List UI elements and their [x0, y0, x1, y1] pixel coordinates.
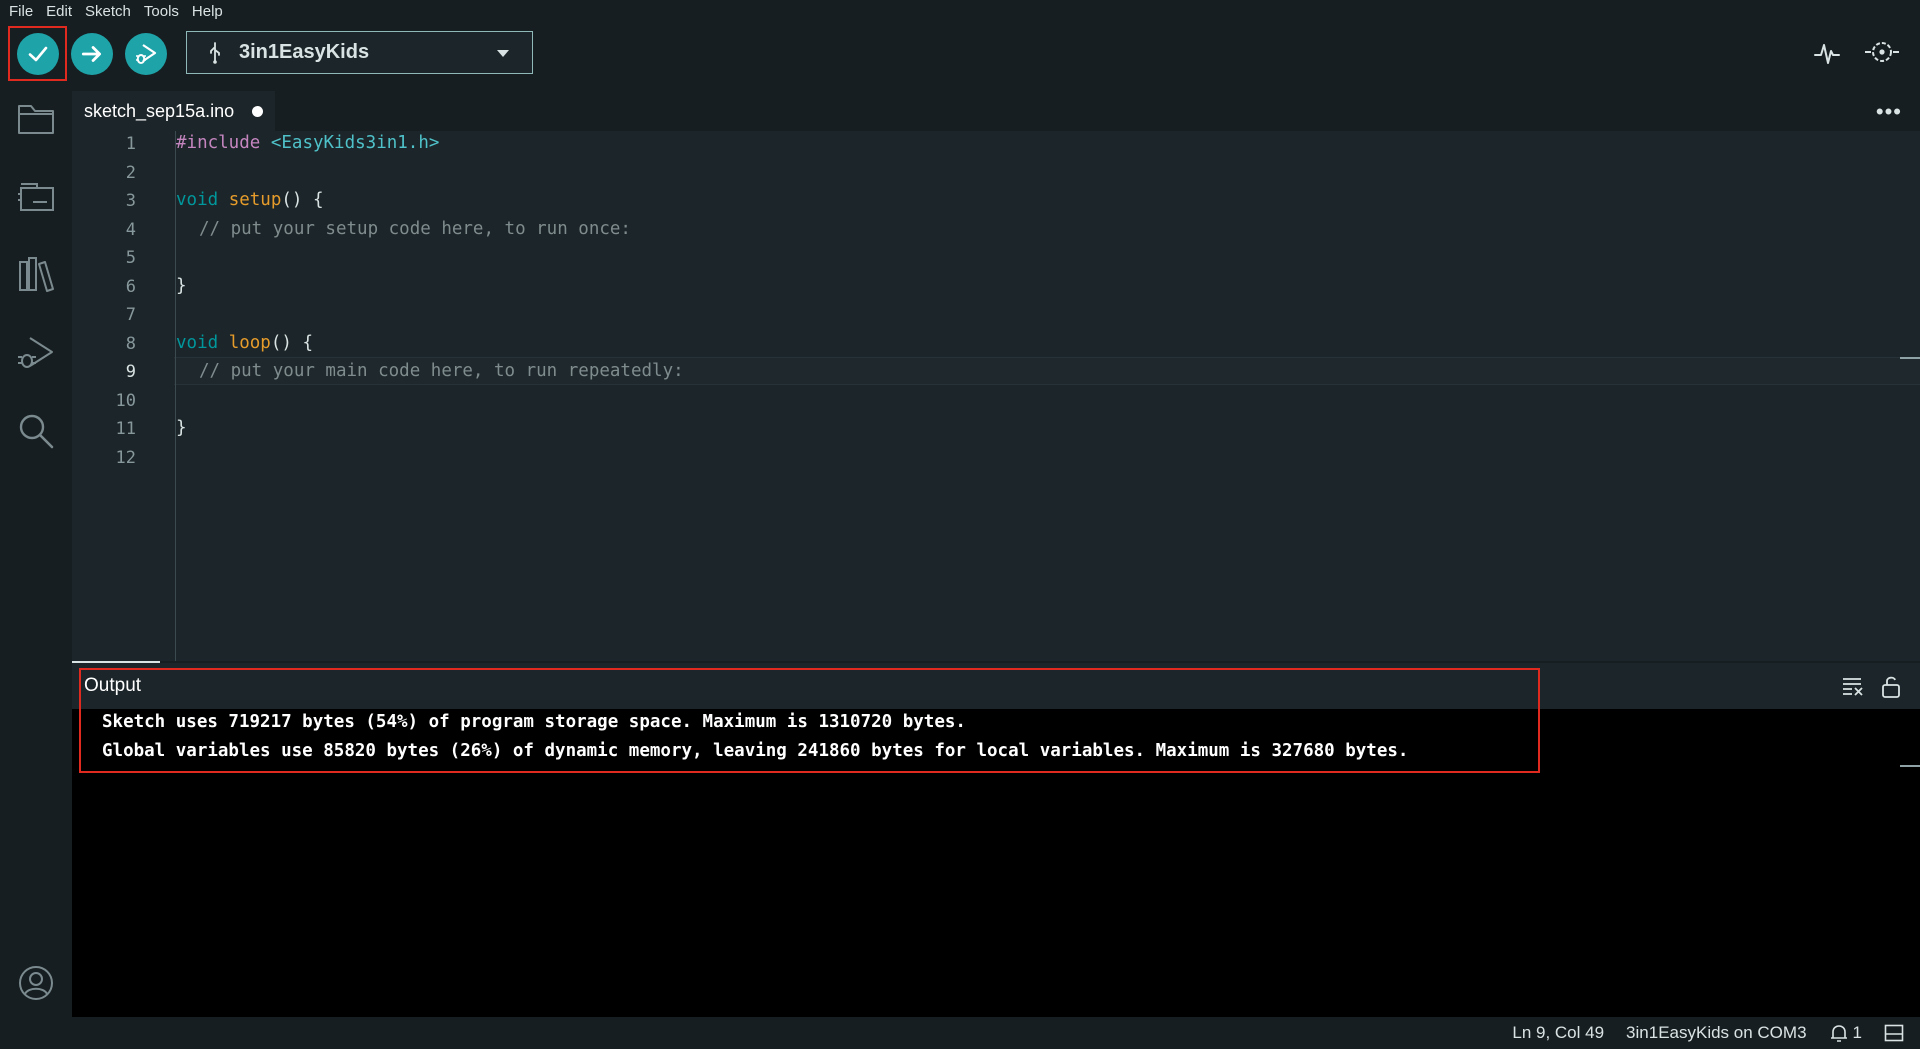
code-line-4: // put your setup code here, to run once… [199, 219, 631, 239]
include-header: <EasyKids3in1.h> [270, 133, 440, 153]
bell-icon [1830, 1025, 1847, 1042]
check-icon [28, 46, 48, 62]
menu-edit[interactable]: Edit [39, 0, 78, 24]
cursor-position[interactable]: Ln 9, Col 49 [1512, 1023, 1604, 1043]
toolbar: 3in1EasyKids [0, 24, 1920, 81]
line-number: 5 [125, 248, 136, 268]
code-comment: // put your setup code here, to run once… [199, 219, 631, 239]
activity-bar [0, 81, 72, 1017]
tab-sketch[interactable]: sketch_sep15a.ino [72, 91, 276, 131]
line-number: 12 [115, 448, 136, 468]
board-port-status[interactable]: 3in1EasyKids on COM3 [1626, 1023, 1806, 1043]
code-line-9: // put your main code here, to run repea… [199, 361, 684, 381]
menu-tools[interactable]: Tools [137, 0, 185, 24]
function-name: loop [228, 333, 271, 353]
sketchbook-button[interactable] [14, 97, 58, 141]
status-bar: Ln 9, Col 49 3in1EasyKids on COM3 1 [0, 1017, 1920, 1049]
line-number: 8 [125, 334, 136, 354]
include-directive: #include [176, 133, 261, 153]
code-punctuation: () { [270, 333, 314, 353]
line-number: 2 [125, 163, 136, 183]
arrow-right-icon [81, 46, 101, 62]
board-manager-icon [18, 183, 54, 211]
debug-icon [18, 337, 53, 368]
code-brace: } [176, 418, 187, 438]
line-number: 6 [125, 277, 136, 297]
menu-help[interactable]: Help [185, 0, 229, 24]
menu-sketch[interactable]: Sketch [78, 0, 137, 24]
board-select[interactable]: 3in1EasyKids [186, 31, 533, 74]
code-text[interactable]: #include <EasyKids3in1.h> void setup() {… [174, 131, 1920, 661]
toggle-panel-icon [1884, 1024, 1904, 1042]
line-number: 4 [125, 220, 136, 240]
line-number: 7 [125, 305, 136, 325]
more-actions-icon[interactable]: ••• [1876, 99, 1902, 125]
folder-icon [18, 105, 54, 134]
code-brace: } [176, 276, 187, 296]
account-icon [19, 966, 53, 1000]
code-line-8: void loop() { [176, 333, 313, 353]
library-icon [19, 257, 54, 292]
serial-monitor-icon[interactable] [1862, 38, 1902, 68]
line-number-gutter: 1 2 3 4 5 6 7 8 9 10 11 12 [72, 131, 172, 661]
editor-scrollbar-marker[interactable] [1900, 357, 1920, 359]
code-line-11: } [176, 418, 187, 438]
board-name: 3in1EasyKids [239, 41, 370, 63]
boards-manager-button[interactable] [14, 175, 58, 219]
code-punctuation: () { [281, 190, 324, 210]
output-highlight-box [79, 668, 1540, 773]
toggle-panel-button[interactable] [1884, 1024, 1904, 1042]
line-number: 11 [115, 419, 136, 439]
editor-tab-bar: sketch_sep15a.ino ••• [72, 81, 1920, 131]
search-button[interactable] [14, 409, 58, 453]
debug-panel-button[interactable] [14, 331, 58, 375]
debug-icon [136, 44, 157, 64]
function-name: setup [228, 190, 282, 210]
notifications[interactable]: 1 [1829, 1023, 1862, 1043]
upload-button[interactable] [71, 33, 113, 75]
search-icon [19, 414, 54, 449]
code-line-3: void setup() { [176, 190, 324, 210]
unlock-icon[interactable] [1880, 675, 1902, 699]
debug-button[interactable] [125, 33, 167, 75]
chevron-down-icon[interactable] [496, 49, 510, 59]
line-number-active: 9 [125, 362, 136, 382]
serial-plotter-icon[interactable] [1812, 38, 1842, 68]
menu-bar: File Edit Sketch Tools Help [0, 0, 1920, 24]
unsaved-dot-icon[interactable] [252, 105, 264, 117]
type-keyword: void [176, 333, 219, 353]
line-number: 1 [125, 134, 136, 154]
line-number: 10 [115, 391, 136, 411]
account-button[interactable] [14, 961, 58, 1005]
line-number: 3 [125, 191, 136, 211]
tab-filename: sketch_sep15a.ino [84, 100, 235, 121]
notification-count: 1 [1852, 1023, 1862, 1042]
output-scrollbar-marker[interactable] [1900, 765, 1920, 767]
verify-button[interactable] [17, 33, 59, 75]
type-keyword: void [176, 190, 219, 210]
menu-file[interactable]: File [2, 0, 39, 24]
code-comment: // put your main code here, to run repea… [199, 361, 684, 381]
usb-icon [210, 41, 220, 64]
code-line-6: } [176, 276, 187, 296]
clear-output-icon[interactable] [1841, 675, 1865, 697]
code-line-1: #include <EasyKids3in1.h> [176, 133, 439, 153]
library-manager-button[interactable] [14, 253, 58, 297]
code-editor[interactable]: 1 2 3 4 5 6 7 8 9 10 11 12 #include <Eas… [72, 131, 1920, 661]
